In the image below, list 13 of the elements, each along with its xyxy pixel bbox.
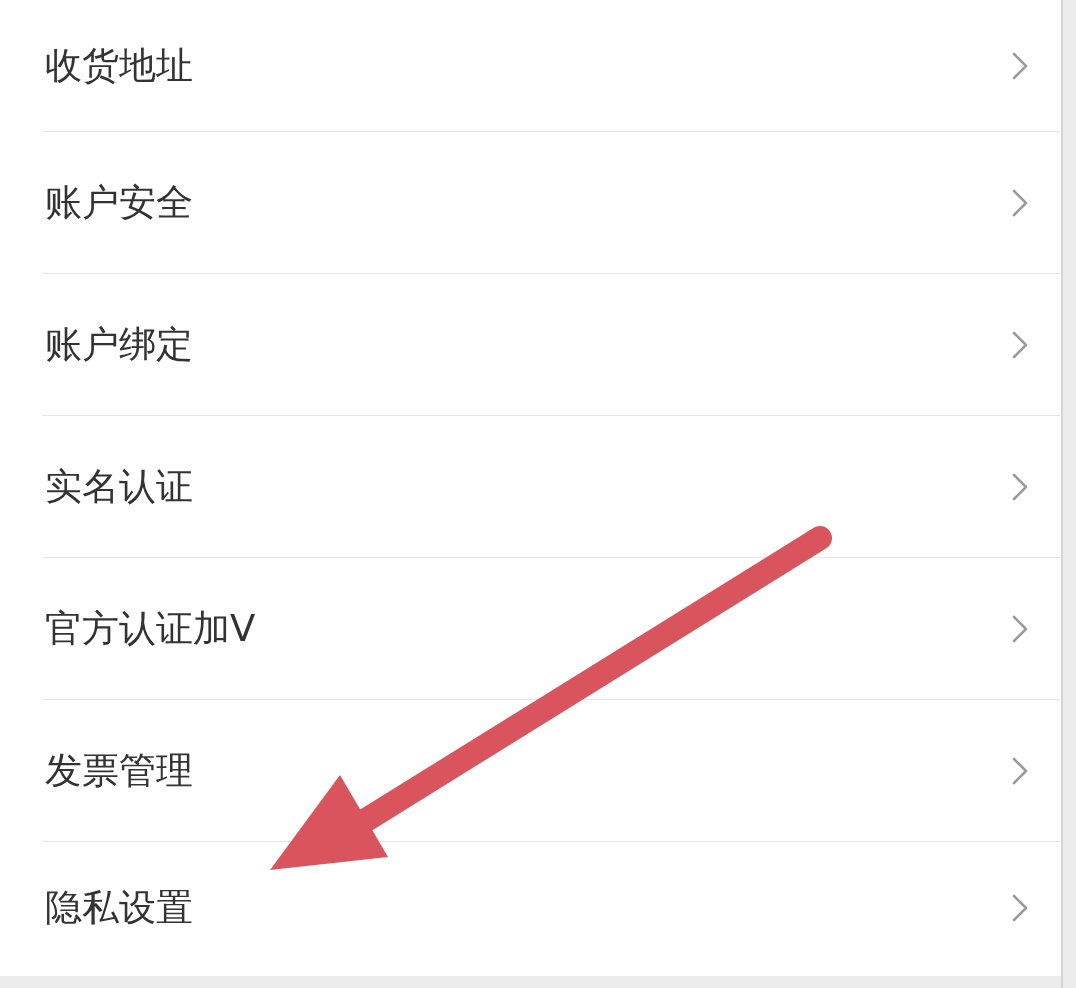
- chevron-right-icon: [1012, 472, 1028, 501]
- chevron-right-icon: [1012, 756, 1028, 785]
- settings-item[interactable]: 官方认证加V: [42, 558, 1060, 700]
- settings-item[interactable]: 账户安全: [42, 132, 1060, 274]
- chevron-right-icon: [1012, 614, 1028, 643]
- chevron-right-icon: [1012, 51, 1028, 80]
- chevron-right-icon: [1012, 330, 1028, 359]
- settings-item[interactable]: 隐私设置: [42, 842, 1060, 974]
- chevron-right-icon: [1012, 894, 1028, 922]
- chevron-right-icon: [1012, 188, 1028, 217]
- settings-item[interactable]: 实名认证: [42, 416, 1060, 558]
- settings-item[interactable]: 账户绑定: [42, 274, 1060, 416]
- settings-item[interactable]: 收货地址: [42, 0, 1060, 132]
